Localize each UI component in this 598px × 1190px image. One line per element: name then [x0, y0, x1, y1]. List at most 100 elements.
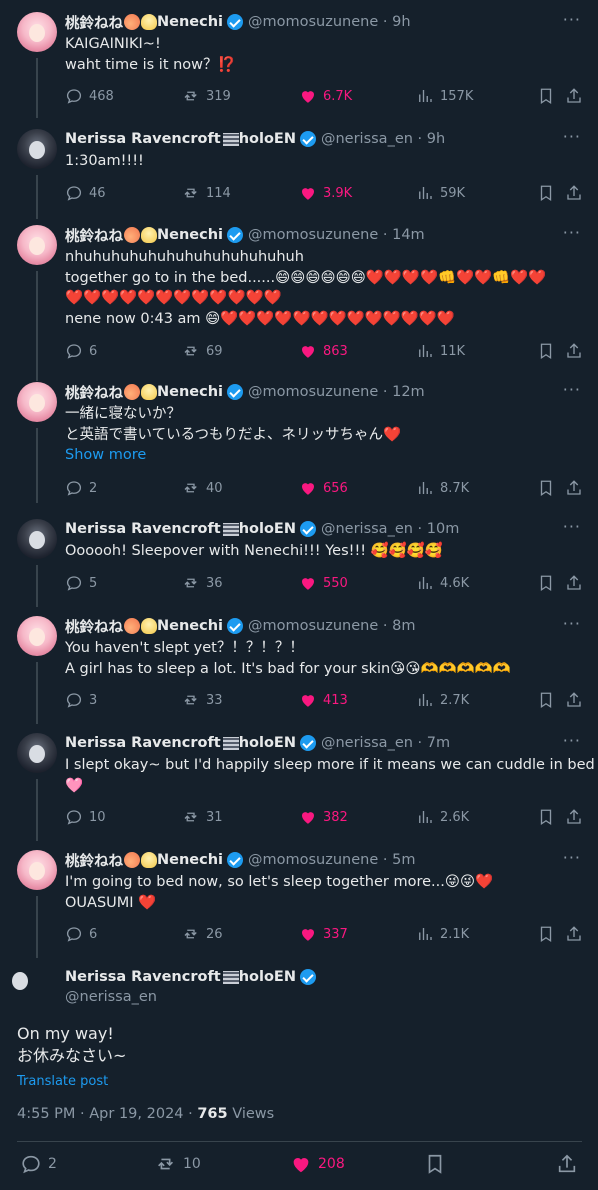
tweet-time[interactable]: 9h: [427, 131, 445, 147]
share-button[interactable]: [556, 1154, 584, 1174]
reply-button[interactable]: 2: [65, 478, 97, 498]
author-name[interactable]: 桃鈴ねね: [65, 616, 123, 637]
like-button[interactable]: 3.9K: [299, 183, 352, 203]
bookmark-button[interactable]: [537, 341, 561, 361]
share-button[interactable]: [565, 573, 589, 593]
verified-badge-icon[interactable]: [299, 521, 316, 537]
views-button[interactable]: 4.6K: [416, 573, 469, 593]
views-button[interactable]: 8.7K: [416, 478, 469, 498]
author-handle[interactable]: @nerissa_en: [321, 521, 413, 537]
tweet-author[interactable]: Nerissa Ravencroft holoEN: [65, 967, 321, 987]
views-button[interactable]: 157K: [416, 86, 473, 106]
views-button[interactable]: 2.7K: [416, 690, 469, 710]
repost-button[interactable]: 36: [182, 573, 223, 593]
like-button[interactable]: 413: [299, 690, 348, 710]
more-options-icon[interactable]: ···: [563, 848, 581, 867]
like-button[interactable]: 656: [299, 478, 348, 498]
tweet-author[interactable]: 桃鈴ねね Nenechi @momosuzunene · 9h: [65, 12, 411, 32]
author-name[interactable]: 桃鈴ねね: [65, 12, 123, 33]
tweet-time[interactable]: 5m: [392, 852, 415, 868]
more-options-icon[interactable]: ···: [563, 127, 581, 146]
reply-button[interactable]: 6: [65, 341, 97, 361]
tweet-author[interactable]: 桃鈴ねね Nenechi @momosuzunene · 12m: [65, 382, 425, 402]
bookmark-button[interactable]: [537, 924, 561, 944]
like-button[interactable]: 382: [299, 807, 348, 827]
repost-button[interactable]: 26: [182, 924, 223, 944]
bookmark-button[interactable]: [537, 573, 561, 593]
avatar[interactable]: [17, 616, 57, 656]
tweet[interactable]: 桃鈴ねね Nenechi @momosuzunene · 9h ··· KAIG…: [0, 0, 598, 118]
author-name[interactable]: Nerissa Ravencroft: [65, 131, 221, 147]
views-button[interactable]: 2.6K: [416, 807, 469, 827]
verified-badge-icon[interactable]: [299, 131, 316, 147]
author-name[interactable]: 桃鈴ねね: [65, 225, 123, 246]
tweet-author[interactable]: 桃鈴ねね Nenechi @momosuzunene · 14m: [65, 225, 425, 245]
tweet[interactable]: Nerissa Ravencroft holoEN @nerissa_en · …: [0, 721, 598, 841]
repost-button[interactable]: 319: [182, 86, 231, 106]
more-options-icon[interactable]: ···: [563, 614, 581, 633]
tweet-time[interactable]: 8m: [392, 618, 415, 634]
share-button[interactable]: [565, 924, 589, 944]
avatar[interactable]: [17, 129, 57, 169]
reply-button[interactable]: 468: [65, 86, 114, 106]
repost-button[interactable]: 40: [182, 478, 223, 498]
share-button[interactable]: [565, 478, 589, 498]
tweet[interactable]: 桃鈴ねね Nenechi @momosuzunene · 14m ··· nhu…: [0, 213, 598, 381]
tweet-time[interactable]: 14m: [392, 227, 425, 243]
tweet-author[interactable]: Nerissa Ravencroft holoEN @nerissa_en · …: [65, 733, 450, 753]
author-handle[interactable]: @momosuzunene: [248, 14, 378, 30]
verified-badge-icon[interactable]: [227, 384, 244, 400]
like-button[interactable]: 6.7K: [299, 86, 352, 106]
repost-button[interactable]: 31: [182, 807, 223, 827]
author-name[interactable]: Nerissa Ravencroft: [65, 969, 221, 985]
like-button[interactable]: 337: [299, 924, 348, 944]
avatar[interactable]: [17, 733, 57, 773]
author-handle[interactable]: @nerissa_en: [321, 735, 413, 751]
verified-badge-icon[interactable]: [227, 14, 244, 30]
reply-button[interactable]: 5: [65, 573, 97, 593]
like-button[interactable]: 863: [299, 341, 348, 361]
share-button[interactable]: [565, 341, 589, 361]
share-button[interactable]: [565, 86, 589, 106]
reply-button[interactable]: 10: [65, 807, 106, 827]
more-options-icon[interactable]: ···: [563, 517, 581, 536]
author-handle[interactable]: @nerissa_en: [321, 131, 413, 147]
reply-button[interactable]: 2: [20, 1154, 57, 1174]
more-options-icon[interactable]: ···: [563, 380, 581, 399]
verified-badge-icon[interactable]: [299, 969, 316, 985]
author-handle[interactable]: @momosuzunene: [248, 618, 378, 634]
tweet[interactable]: 桃鈴ねね Nenechi @momosuzunene · 5m ··· I'm …: [0, 838, 598, 958]
avatar[interactable]: [17, 382, 57, 422]
views-button[interactable]: 11K: [416, 341, 465, 361]
verified-badge-icon[interactable]: [299, 735, 316, 751]
more-options-icon[interactable]: ···: [563, 731, 581, 750]
views-button[interactable]: 59K: [416, 183, 465, 203]
author-handle[interactable]: @momosuzunene: [248, 227, 378, 243]
author-name[interactable]: Nerissa Ravencroft: [65, 735, 221, 751]
author-name[interactable]: 桃鈴ねね: [65, 850, 123, 871]
tweet-time[interactable]: 7m: [427, 735, 450, 751]
author-name[interactable]: 桃鈴ねね: [65, 382, 123, 403]
share-button[interactable]: [565, 807, 589, 827]
timestamp-text[interactable]: 4:55 PM · Apr 19, 2024 ·: [17, 1106, 197, 1122]
repost-button[interactable]: 114: [182, 183, 231, 203]
tweet-time[interactable]: 9h: [392, 14, 410, 30]
repost-button[interactable]: 69: [182, 341, 223, 361]
tweet[interactable]: 桃鈴ねね Nenechi @momosuzunene · 12m ··· 一緒に…: [0, 370, 598, 503]
tweet-author[interactable]: Nerissa Ravencroft holoEN @nerissa_en · …: [65, 129, 445, 149]
share-button[interactable]: [565, 183, 589, 203]
translate-post-link[interactable]: Translate post: [17, 1074, 108, 1089]
avatar[interactable]: [17, 850, 57, 890]
tweet[interactable]: 桃鈴ねね Nenechi @momosuzunene · 8m ··· You …: [0, 604, 598, 724]
bookmark-button[interactable]: [424, 1154, 452, 1174]
more-options-icon[interactable]: ···: [563, 10, 581, 29]
bookmark-button[interactable]: [537, 478, 561, 498]
avatar[interactable]: [17, 225, 57, 265]
author-name[interactable]: Nerissa Ravencroft: [65, 521, 221, 537]
author-handle[interactable]: @momosuzunene: [248, 384, 378, 400]
views-button[interactable]: 2.1K: [416, 924, 469, 944]
verified-badge-icon[interactable]: [227, 227, 244, 243]
reply-button[interactable]: 6: [65, 924, 97, 944]
verified-badge-icon[interactable]: [227, 618, 244, 634]
avatar[interactable]: [17, 12, 57, 52]
